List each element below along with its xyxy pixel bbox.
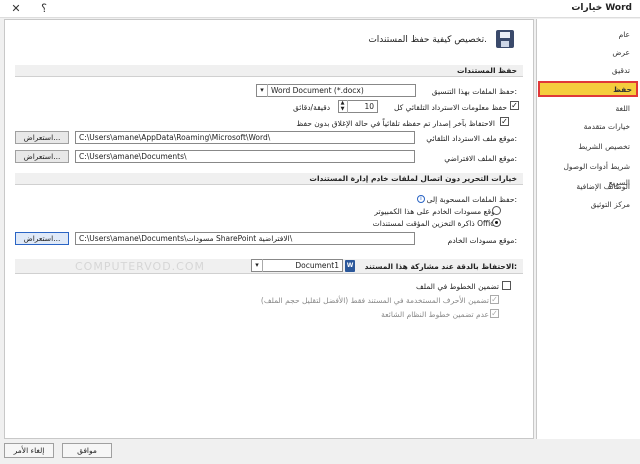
option-server-radio[interactable] [492, 206, 501, 215]
word-document-icon: W [345, 260, 355, 272]
sidebar-item-general[interactable]: عام [542, 27, 634, 43]
server-drafts-input[interactable]: C:\Users\amane\Documents\مسودات SharePoi… [75, 232, 415, 245]
sidebar-item-proofing[interactable]: تدقيق [542, 63, 634, 79]
option-cache-label: ذاكرة التخزين المؤقت لمستندات Office [372, 219, 499, 228]
section-save-documents: حفظ المستندات [15, 65, 523, 77]
default-location-input[interactable]: C:\Users\amane\Documents\ [75, 150, 415, 163]
embed-chars-label: تضمين الأحرف المستخدمة في المستند فقط (ا… [260, 296, 489, 305]
keep-last-checkbox[interactable]: ✓ [500, 117, 509, 126]
sidebar-item-display[interactable]: عرض [542, 45, 634, 61]
no-common-fonts-label: عدم تضمين خطوط النظام الشائعة [381, 310, 489, 319]
sidebar-item-language[interactable]: اللغة [542, 101, 634, 117]
minutes-stepper[interactable]: ▲ ▼ [338, 100, 348, 113]
browse-server-drafts-button[interactable]: استعراض... [15, 232, 69, 245]
chevron-down-icon[interactable]: ▾ [257, 84, 268, 97]
autorecover-label: حفظ معلومات الاسترداد التلقائي كل [393, 103, 507, 112]
fidelity-document-select[interactable]: Document1 [251, 259, 343, 272]
keep-last-label: الاحتفاظ بآخر إصدار تم حفظه تلقائياً في … [296, 119, 495, 128]
no-common-fonts-checkbox[interactable]: ✓ [490, 309, 499, 318]
ok-button[interactable]: موافق [62, 443, 112, 458]
chevron-down-icon[interactable]: ▾ [252, 259, 263, 272]
embed-chars-checkbox[interactable]: ✓ [490, 295, 499, 304]
close-icon[interactable]: ✕ [8, 1, 24, 17]
sidebar-item-addins[interactable]: الوظائف الإضافية [542, 179, 634, 195]
sidebar-item-advanced[interactable]: خيارات متقدمة [542, 119, 634, 135]
title-bar: خيارات Word ؟ ✕ [0, 0, 640, 18]
sidebar-item-customize-ribbon[interactable]: تخصيص الشريط [542, 139, 634, 155]
main-panel: تخصيص كيفية حفظ المستندات. حفظ المستندات… [4, 19, 534, 439]
option-server-label: موقع مسودات الخادم على هذا الكمبيوتر [374, 207, 499, 216]
option-cache-radio[interactable] [492, 218, 501, 227]
autorecover-location-label: موقع ملف الاسترداد التلقائي: [426, 134, 517, 143]
help-icon[interactable]: ؟ [36, 1, 52, 17]
format-label: حفظ الملفات بهذا التنسيق: [431, 87, 517, 96]
embed-fonts-label: تضمين الخطوط في الملف [415, 282, 499, 291]
format-select[interactable]: Word Document (*.docx) [256, 84, 416, 97]
page-description: تخصيص كيفية حفظ المستندات. [368, 35, 487, 45]
autorecover-location-input[interactable]: C:\Users\amane\AppData\Roaming\Microsoft… [75, 131, 415, 144]
save-floppy-icon [496, 30, 514, 48]
browse-default-button[interactable]: استعراض... [15, 150, 69, 163]
sidebar-item-save[interactable]: حفظ [538, 81, 638, 97]
section-offline-editing: خيارات التحرير دون اتصال لملفات خادم إدا… [15, 173, 523, 185]
default-location-label: موقع الملف الافتراضي: [444, 154, 517, 163]
watermark: COMPUTERVOD.COM [75, 260, 206, 273]
save-checkedout-label: حفظ الملفات المسحوبة إلى: [426, 195, 517, 204]
window-title: خيارات Word [571, 3, 632, 13]
embed-fonts-checkbox[interactable] [502, 281, 511, 290]
minutes-label: دقيقة/دقائق [293, 103, 331, 112]
cancel-button[interactable]: إلغاء الأمر [4, 443, 54, 458]
server-drafts-label: موقع مسودات الخادم: [447, 236, 517, 245]
sidebar-item-trust-center[interactable]: مركز التوثيق [542, 197, 634, 213]
sidebar-item-quick-access[interactable]: شريط أدوات الوصول السريع [542, 159, 634, 187]
browse-autorecover-button[interactable]: استعراض... [15, 131, 69, 144]
autorecover-checkbox[interactable]: ✓ [510, 101, 519, 110]
sidebar: عام عرض تدقيق حفظ اللغة خيارات متقدمة تخ… [536, 19, 640, 439]
info-icon: i [417, 195, 425, 203]
